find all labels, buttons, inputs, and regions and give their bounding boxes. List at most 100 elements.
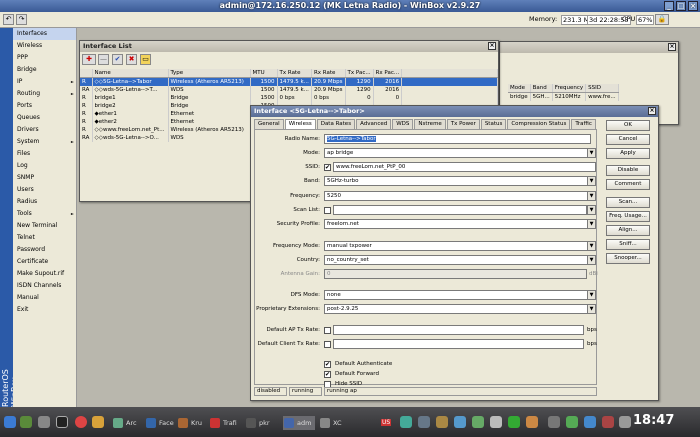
check-default-authenticate[interactable]: ✔ bbox=[324, 361, 331, 368]
chevron-down-icon[interactable]: ▼ bbox=[587, 219, 596, 229]
minimize-button[interactable]: _ bbox=[664, 1, 674, 11]
menu-item-password[interactable]: Password bbox=[13, 244, 76, 256]
column-header[interactable]: Name bbox=[92, 69, 169, 78]
keyboard-layout[interactable]: US bbox=[381, 419, 392, 426]
disable-icon[interactable]: ✖ bbox=[126, 54, 137, 65]
add-icon[interactable]: ✚ bbox=[82, 54, 96, 65]
security-profile-select[interactable]: freelom.net bbox=[324, 219, 592, 229]
interface-dialog[interactable]: Interface <5G-Letna-->Tabor> × General Wi… bbox=[250, 105, 659, 401]
redo-icon[interactable]: ↷ bbox=[16, 14, 27, 25]
menu-item-snmp[interactable]: SNMP bbox=[13, 172, 76, 184]
wireless-window-titlebar[interactable]: × bbox=[500, 42, 678, 53]
menu-item-interfaces[interactable]: Interfaces bbox=[13, 28, 76, 40]
cancel-button[interactable]: Cancel bbox=[606, 134, 650, 145]
tab-advanced[interactable]: Advanced bbox=[356, 119, 392, 129]
column-header[interactable]: SSID bbox=[585, 84, 619, 93]
close-icon[interactable]: × bbox=[668, 43, 676, 51]
sniff-button[interactable]: Sniff... bbox=[606, 239, 650, 250]
chevron-down-icon[interactable]: ▼ bbox=[587, 241, 596, 251]
apply-button[interactable]: Apply bbox=[606, 148, 650, 159]
taskbar-task[interactable]: Arc bbox=[112, 416, 144, 430]
calendar-icon[interactable] bbox=[584, 416, 596, 428]
scan-list-input[interactable] bbox=[333, 205, 587, 215]
chevron-down-icon[interactable]: ▼ bbox=[587, 205, 596, 215]
table-row[interactable]: R ◇◇5G-Letna-->Tabor Wireless (Atheros AR5… bbox=[80, 77, 498, 86]
menu-item-wireless[interactable]: Wireless bbox=[13, 40, 76, 52]
menu-item-log[interactable]: Log bbox=[13, 160, 76, 172]
volume-icon[interactable] bbox=[490, 416, 502, 428]
menu-item-users[interactable]: Users bbox=[13, 184, 76, 196]
close-window-button[interactable]: × bbox=[688, 1, 698, 11]
country-select[interactable]: no_country_set bbox=[324, 255, 592, 265]
wifi-icon[interactable] bbox=[548, 416, 560, 428]
tab-wds[interactable]: WDS bbox=[392, 119, 414, 129]
menu-item-ports[interactable]: Ports bbox=[13, 100, 76, 112]
freq-usage-button[interactable]: Freq. Usage... bbox=[606, 211, 650, 222]
tab-tx-power[interactable]: Tx Power bbox=[446, 119, 480, 129]
menu-item-routing[interactable]: Routing bbox=[13, 88, 76, 100]
tab-wireless[interactable]: Wireless bbox=[284, 119, 316, 129]
menu-item-system[interactable]: System bbox=[13, 136, 76, 148]
default-ap-tx-checkbox[interactable] bbox=[324, 327, 331, 334]
snooper-button[interactable]: Snooper... bbox=[606, 253, 650, 264]
column-header[interactable]: Band bbox=[530, 84, 553, 93]
frequency-mode-select[interactable]: manual txpower bbox=[324, 241, 592, 251]
taskbar-task[interactable]: adm bbox=[283, 416, 315, 430]
dfs-mode-select[interactable]: none bbox=[324, 290, 592, 300]
interface-dialog-titlebar[interactable]: Interface <5G-Letna-->Tabor> × bbox=[251, 106, 658, 117]
menu-item-bridge[interactable]: Bridge bbox=[13, 64, 76, 76]
skype-icon[interactable] bbox=[418, 416, 430, 428]
frequency-select[interactable]: 5250 bbox=[324, 191, 592, 201]
menu-item-ppp[interactable]: PPP bbox=[13, 52, 76, 64]
column-header[interactable]: Rx Rate bbox=[311, 69, 346, 78]
ssid-input[interactable]: www.freeLom.net_PtP_00 bbox=[333, 162, 596, 172]
column-header[interactable]: MTU bbox=[250, 69, 278, 78]
menu-item-drivers[interactable]: Drivers bbox=[13, 124, 76, 136]
column-header[interactable]: Mode bbox=[508, 84, 531, 93]
check-default-forward[interactable]: ✔ bbox=[324, 371, 331, 378]
scan-button[interactable]: Scan... bbox=[606, 197, 650, 208]
tab-status[interactable]: Status bbox=[480, 119, 507, 129]
chevron-down-icon[interactable]: ▼ bbox=[587, 176, 596, 186]
disable-button[interactable]: Disable bbox=[606, 165, 650, 176]
maximize-button[interactable]: □ bbox=[676, 1, 686, 11]
column-header[interactable]: Frequency bbox=[552, 84, 587, 93]
opera-icon[interactable] bbox=[75, 416, 87, 428]
ok-button[interactable]: OK bbox=[606, 120, 650, 131]
menu-item-radius[interactable]: Radius bbox=[13, 196, 76, 208]
network-icon[interactable] bbox=[400, 416, 412, 428]
menu-item-manual[interactable]: Manual bbox=[13, 292, 76, 304]
default-ap-tx-input[interactable] bbox=[333, 325, 584, 335]
mode-select[interactable]: ap bridge bbox=[324, 148, 592, 158]
file-manager-icon[interactable] bbox=[38, 416, 50, 428]
menu-item-make-supout-rif[interactable]: Make Supout.rif bbox=[13, 268, 76, 280]
chevron-down-icon[interactable]: ▼ bbox=[587, 290, 596, 300]
taskbar-task[interactable]: pkr bbox=[245, 416, 277, 430]
column-header[interactable] bbox=[80, 69, 93, 78]
taskbar-task[interactable]: XC bbox=[319, 416, 351, 430]
tab-compression-status[interactable]: Compression Status bbox=[507, 119, 571, 129]
chevron-down-icon[interactable]: ▼ bbox=[587, 148, 596, 158]
tab-nstreme[interactable]: Nstreme bbox=[414, 119, 446, 129]
menu-item-ip[interactable]: IP bbox=[13, 76, 76, 88]
menu-item-tools[interactable]: Tools bbox=[13, 208, 76, 220]
default-client-tx-input[interactable] bbox=[333, 339, 584, 349]
menu-item-queues[interactable]: Queues bbox=[13, 112, 76, 124]
column-header[interactable]: Tx Rate bbox=[277, 69, 312, 78]
comment-icon[interactable]: ▭ bbox=[140, 54, 151, 65]
close-icon[interactable]: × bbox=[648, 107, 656, 115]
taskbar-task[interactable]: Kru bbox=[177, 416, 209, 430]
taskbar-task[interactable]: Face bbox=[145, 416, 177, 430]
enable-icon[interactable]: ✔ bbox=[112, 54, 123, 65]
mail-icon[interactable] bbox=[566, 416, 578, 428]
battery-icon[interactable] bbox=[508, 416, 520, 428]
close-icon[interactable]: × bbox=[488, 42, 496, 50]
chevron-down-icon[interactable]: ▼ bbox=[587, 191, 596, 201]
interface-list-titlebar[interactable]: Interface List × bbox=[80, 41, 498, 52]
browser-icon[interactable] bbox=[92, 416, 104, 428]
menu-item-telnet[interactable]: Telnet bbox=[13, 232, 76, 244]
undo-icon[interactable]: ↶ bbox=[3, 14, 14, 25]
tab-data-rates[interactable]: Data Rates bbox=[316, 119, 356, 129]
remove-icon[interactable]: — bbox=[98, 54, 109, 65]
band-select[interactable]: 5GHz-turbo bbox=[324, 176, 592, 186]
